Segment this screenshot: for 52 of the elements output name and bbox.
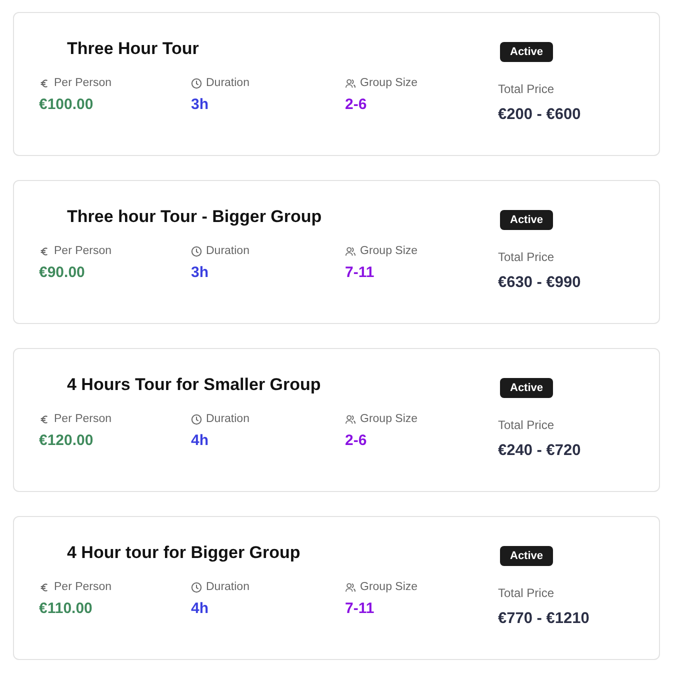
- stat-label: Group Size: [360, 245, 418, 257]
- group-size-value: 7-11: [345, 264, 376, 281]
- users-icon: [345, 582, 356, 592]
- duration-value: 4h: [191, 600, 210, 617]
- total-label: Total Price: [498, 250, 556, 264]
- stat-label: Per Person: [54, 581, 112, 593]
- stat-label: Group Size: [360, 413, 418, 425]
- stat-label: Group Size: [360, 77, 418, 89]
- tour-title: 4 Hour tour for Bigger Group: [66, 543, 302, 563]
- total-price-value: €630 - €990: [498, 274, 582, 292]
- euro-icon: [39, 582, 50, 592]
- duration-value: 3h: [191, 264, 210, 281]
- users-icon: [345, 414, 356, 424]
- stat-label: Duration: [206, 413, 250, 425]
- total-price-value: €240 - €720: [498, 442, 582, 460]
- group-size-value: 7-11: [345, 600, 376, 617]
- price-value: €120.00: [39, 432, 94, 449]
- stat-label: Per Person: [54, 245, 112, 257]
- euro-icon: [39, 246, 50, 256]
- stat-label: Per Person: [54, 77, 112, 89]
- status-badge: Active: [500, 210, 554, 230]
- stat-label: Per Person: [54, 413, 112, 425]
- total-label: Total Price: [498, 586, 556, 600]
- status-badge: Active: [500, 42, 554, 62]
- clock-icon: [191, 78, 202, 88]
- total-price-value: €770 - €1210: [498, 610, 590, 628]
- duration-value: 3h: [191, 96, 210, 113]
- duration-value: 4h: [191, 432, 210, 449]
- clock-icon: [191, 414, 202, 424]
- status-badge: Active: [500, 546, 554, 566]
- total-label: Total Price: [498, 82, 556, 96]
- tour-title: Three Hour Tour: [66, 39, 200, 59]
- users-icon: [345, 246, 356, 256]
- euro-icon: [39, 414, 50, 424]
- price-value: €110.00: [39, 600, 94, 617]
- euro-icon: [39, 78, 50, 88]
- price-value: €90.00: [39, 264, 86, 281]
- total-price-value: €200 - €600: [498, 106, 582, 124]
- tour-title: Three hour Tour - Bigger Group: [66, 207, 323, 227]
- group-size-value: 2-6: [345, 96, 368, 113]
- group-size-value: 2-6: [345, 432, 368, 449]
- stat-label: Duration: [206, 77, 250, 89]
- tour-title: 4 Hours Tour for Smaller Group: [66, 375, 322, 395]
- price-value: €100.00: [39, 96, 94, 113]
- stat-label: Duration: [206, 245, 250, 257]
- status-badge: Active: [500, 378, 554, 398]
- users-icon: [345, 78, 356, 88]
- stat-label: Duration: [206, 581, 250, 593]
- clock-icon: [191, 246, 202, 256]
- stat-label: Group Size: [360, 581, 418, 593]
- total-label: Total Price: [498, 418, 556, 432]
- clock-icon: [191, 582, 202, 592]
